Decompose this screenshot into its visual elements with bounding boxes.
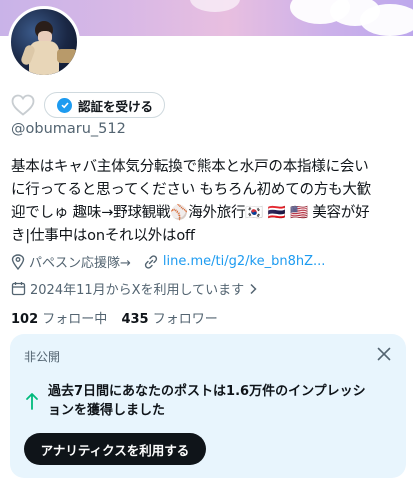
calendar-icon <box>11 282 26 296</box>
get-verified-button[interactable]: 認証を受ける <box>44 92 165 118</box>
impressions-card: 非公開 過去7日間にあなたのポストは1.6万件のインプレッシ ョンを獲得しました… <box>10 334 406 478</box>
avatar[interactable] <box>8 6 80 78</box>
joined-row[interactable]: 2024年11月からXを利用しています <box>11 279 258 298</box>
following-count: 102 <box>11 312 39 327</box>
impressions-message-line: 過去7日間にあなたのポストは1.6万件のインプレッシ <box>48 384 366 399</box>
profile-location: パペスン応援隊→ <box>29 256 131 271</box>
bio-line: 迎でしゅ 趣味→野球観戦⚾海外旅行🇰🇷 🇹🇭 🇺🇸 美容が好 <box>11 205 370 221</box>
followers-count: 435 <box>121 312 149 327</box>
bio-line: 基本はキャバ主体気分転換で熊本と水戸の本指様に会い <box>11 159 369 175</box>
profile-meta-row: パペスン応援隊→ line.me/ti/g2/ke_bn8hZ... <box>11 252 325 271</box>
profile-link[interactable]: line.me/ti/g2/ke_bn8hZ... <box>163 254 326 269</box>
joined-date: 2024年11月からXを利用しています <box>30 283 245 298</box>
followers-label: フォロワー <box>152 312 218 327</box>
location-pin-icon <box>11 253 25 270</box>
following-link[interactable]: 102 フォロー中 <box>11 312 111 327</box>
followers-link[interactable]: 435 フォロワー <box>121 312 217 327</box>
impressions-message-line: ョンを獲得しました <box>48 403 166 418</box>
link-icon <box>144 254 158 269</box>
arrow-up-icon <box>26 393 38 410</box>
chevron-right-icon <box>250 283 257 294</box>
user-handle: @obumaru_512 <box>11 121 126 137</box>
profile-bio: 基本はキャバ主体気分転換で熊本と水戸の本指様に会い に行ってると思ってください … <box>11 156 407 248</box>
get-verified-label: 認証を受ける <box>78 98 154 114</box>
use-analytics-button[interactable]: アナリティクスを利用する <box>24 433 206 465</box>
following-label: フォロー中 <box>42 312 108 327</box>
impressions-message: 過去7日間にあなたのポストは1.6万件のインプレッシ ョンを獲得しました <box>48 382 388 420</box>
bio-line: き|仕事中はonそれ以外はoff <box>11 228 195 244</box>
follow-stats: 102 フォロー中 435 フォロワー <box>11 308 218 327</box>
close-icon[interactable] <box>376 346 392 362</box>
private-label: 非公開 <box>24 350 61 364</box>
verified-check-icon <box>57 97 72 113</box>
bio-line: に行ってると思ってください もちろん初めての方も大歓 <box>11 182 372 198</box>
heart-outline-icon[interactable] <box>11 94 35 116</box>
